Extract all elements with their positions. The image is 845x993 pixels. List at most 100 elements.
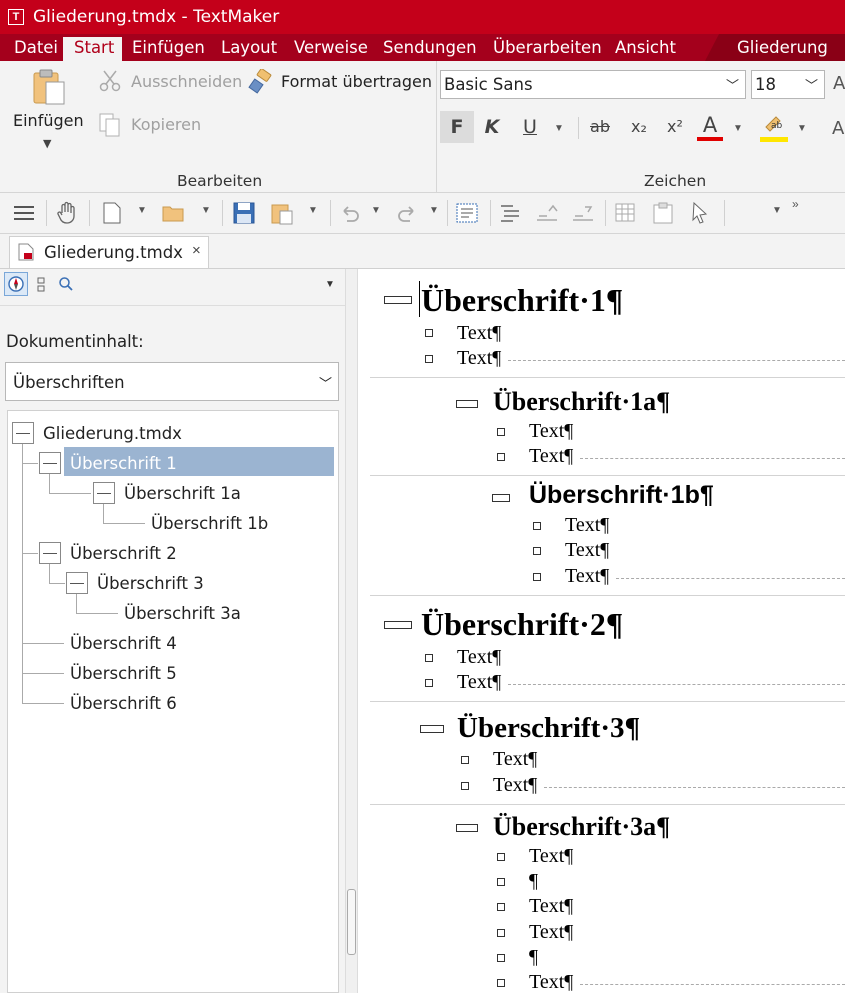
body-text[interactable]: Text¶ [457,646,501,669]
body-marker-icon[interactable] [497,853,505,861]
navigator-options-dropdown-icon[interactable]: ▼ [325,279,335,290]
pointer-icon[interactable] [688,201,712,225]
toolbar-dropdown-icon[interactable]: ▼ [772,205,782,216]
body-text[interactable]: Text¶ [529,420,573,443]
tree-item-root[interactable]: Gliederung.tmdx [43,424,182,443]
close-icon[interactable]: × [192,242,201,259]
body-marker-icon[interactable] [497,929,505,937]
italic-button[interactable]: K [477,111,507,143]
heading-ueberschrift-3[interactable]: Überschrift·3¶ [457,712,640,745]
tree-item-ueberschrift-3a[interactable]: Überschrift 3a [124,604,241,623]
body-text[interactable]: Text¶ [565,514,609,537]
body-marker-icon[interactable] [425,654,433,662]
heading-marker-icon[interactable] [456,824,478,832]
body-marker-icon[interactable] [497,428,505,436]
save-icon[interactable] [232,201,256,225]
empty-paragraph[interactable]: ¶ [529,946,538,969]
table-icon[interactable] [614,201,638,225]
collapse-icon[interactable] [93,482,115,504]
collapse-icon[interactable] [66,572,88,594]
body-marker-icon[interactable] [497,878,505,886]
body-marker-icon[interactable] [533,573,541,581]
heading-ueberschrift-1b[interactable]: Überschrift·1b¶ [529,481,714,510]
redo-icon[interactable] [395,201,419,225]
clipboard-icon[interactable] [651,201,675,225]
menu-verweise[interactable]: Verweise [294,38,368,57]
pane-splitter[interactable] [345,269,358,993]
body-marker-icon[interactable] [497,453,505,461]
objects-icon[interactable] [35,277,47,293]
grow-font-icon[interactable]: A [833,73,845,94]
font-name-combo[interactable]: Basic Sans ﹀ [440,70,746,99]
menu-ueberarbeiten[interactable]: Überarbeiten [493,38,602,57]
strikethrough-button[interactable]: ab [583,111,617,143]
underline-button[interactable]: U [515,111,545,143]
body-text[interactable]: Text¶ [529,971,573,993]
body-text[interactable]: Text¶ [493,748,537,771]
subscript-button[interactable]: x₂ [624,111,654,143]
body-text[interactable]: Text¶ [529,845,573,868]
document-area[interactable]: Überschrift·1¶ Text¶ Text¶ Überschrift·1… [358,269,845,993]
tree-item-ueberschrift-4[interactable]: Überschrift 4 [70,634,177,653]
heading-ueberschrift-3a[interactable]: Überschrift·3a¶ [493,812,670,842]
tree-item-ueberschrift-1[interactable]: Überschrift 1 [70,454,177,473]
body-text[interactable]: Text¶ [565,539,609,562]
tree-item-ueberschrift-1a[interactable]: Überschrift 1a [124,484,241,503]
tree-item-ueberschrift-6[interactable]: Überschrift 6 [70,694,177,713]
underline-dropdown-icon[interactable]: ▼ [554,123,564,134]
paste-icon[interactable] [31,68,67,106]
document-tab[interactable]: Gliederung.tmdx × [9,236,209,268]
new-document-icon[interactable] [100,201,124,225]
superscript-button[interactable]: x² [660,111,690,143]
text-frame-icon[interactable] [455,201,479,225]
outline-level-icon[interactable] [498,201,522,225]
splitter-handle[interactable] [347,889,356,955]
promote-icon[interactable] [535,201,559,225]
menu-einfuegen[interactable]: Einfügen [132,38,205,57]
heading-marker-icon[interactable] [384,296,412,304]
char-format-icon[interactable]: A [832,118,844,139]
format-painter-button[interactable]: Format übertragen [281,72,432,91]
body-text[interactable]: Text¶ [529,921,573,944]
menu-datei[interactable]: Datei [14,38,58,57]
heading-ueberschrift-2[interactable]: Überschrift·2¶ [421,606,623,643]
font-size-combo[interactable]: 18 ﹀ [751,70,825,99]
body-text[interactable]: Text¶ [529,445,573,468]
empty-paragraph[interactable]: ¶ [529,870,538,893]
tree-item-ueberschrift-1b[interactable]: Überschrift 1b [151,514,268,533]
menu-sendungen[interactable]: Sendungen [383,38,477,57]
collapse-icon[interactable] [12,422,34,444]
redo-dropdown-icon[interactable]: ▼ [429,205,439,216]
paste-dropdown-icon[interactable]: ▼ [308,205,318,216]
body-marker-icon[interactable] [425,329,433,337]
menu-gliederung[interactable]: Gliederung [737,38,828,57]
tree-item-ueberschrift-2[interactable]: Überschrift 2 [70,544,177,563]
paste-button[interactable]: Einfügen [13,111,84,130]
body-marker-icon[interactable] [533,522,541,530]
body-text[interactable]: Text¶ [457,322,501,345]
body-marker-icon[interactable] [461,782,469,790]
heading-ueberschrift-1a[interactable]: Überschrift·1a¶ [493,387,670,417]
body-marker-icon[interactable] [425,679,433,687]
menu-layout[interactable]: Layout [221,38,277,57]
body-marker-icon[interactable] [533,547,541,555]
body-marker-icon[interactable] [497,979,505,987]
tree-item-ueberschrift-5[interactable]: Überschrift 5 [70,664,177,683]
menu-start[interactable]: Start [74,38,114,57]
body-text[interactable]: Text¶ [565,565,609,588]
cut-button[interactable]: Ausschneiden [131,72,242,91]
open-folder-icon[interactable] [161,201,185,225]
copy-button[interactable]: Kopieren [131,115,201,134]
body-marker-icon[interactable] [497,954,505,962]
body-marker-icon[interactable] [425,355,433,363]
heading-marker-icon[interactable] [420,725,444,733]
body-text[interactable]: Text¶ [457,347,501,370]
collapse-icon[interactable] [39,542,61,564]
heading-marker-icon[interactable] [492,494,510,502]
undo-dropdown-icon[interactable]: ▼ [371,205,381,216]
body-text[interactable]: Text¶ [529,895,573,918]
heading-marker-icon[interactable] [456,400,478,408]
hand-icon[interactable] [55,201,79,225]
body-marker-icon[interactable] [497,903,505,911]
toolbar-overflow-icon[interactable]: » [792,197,799,211]
